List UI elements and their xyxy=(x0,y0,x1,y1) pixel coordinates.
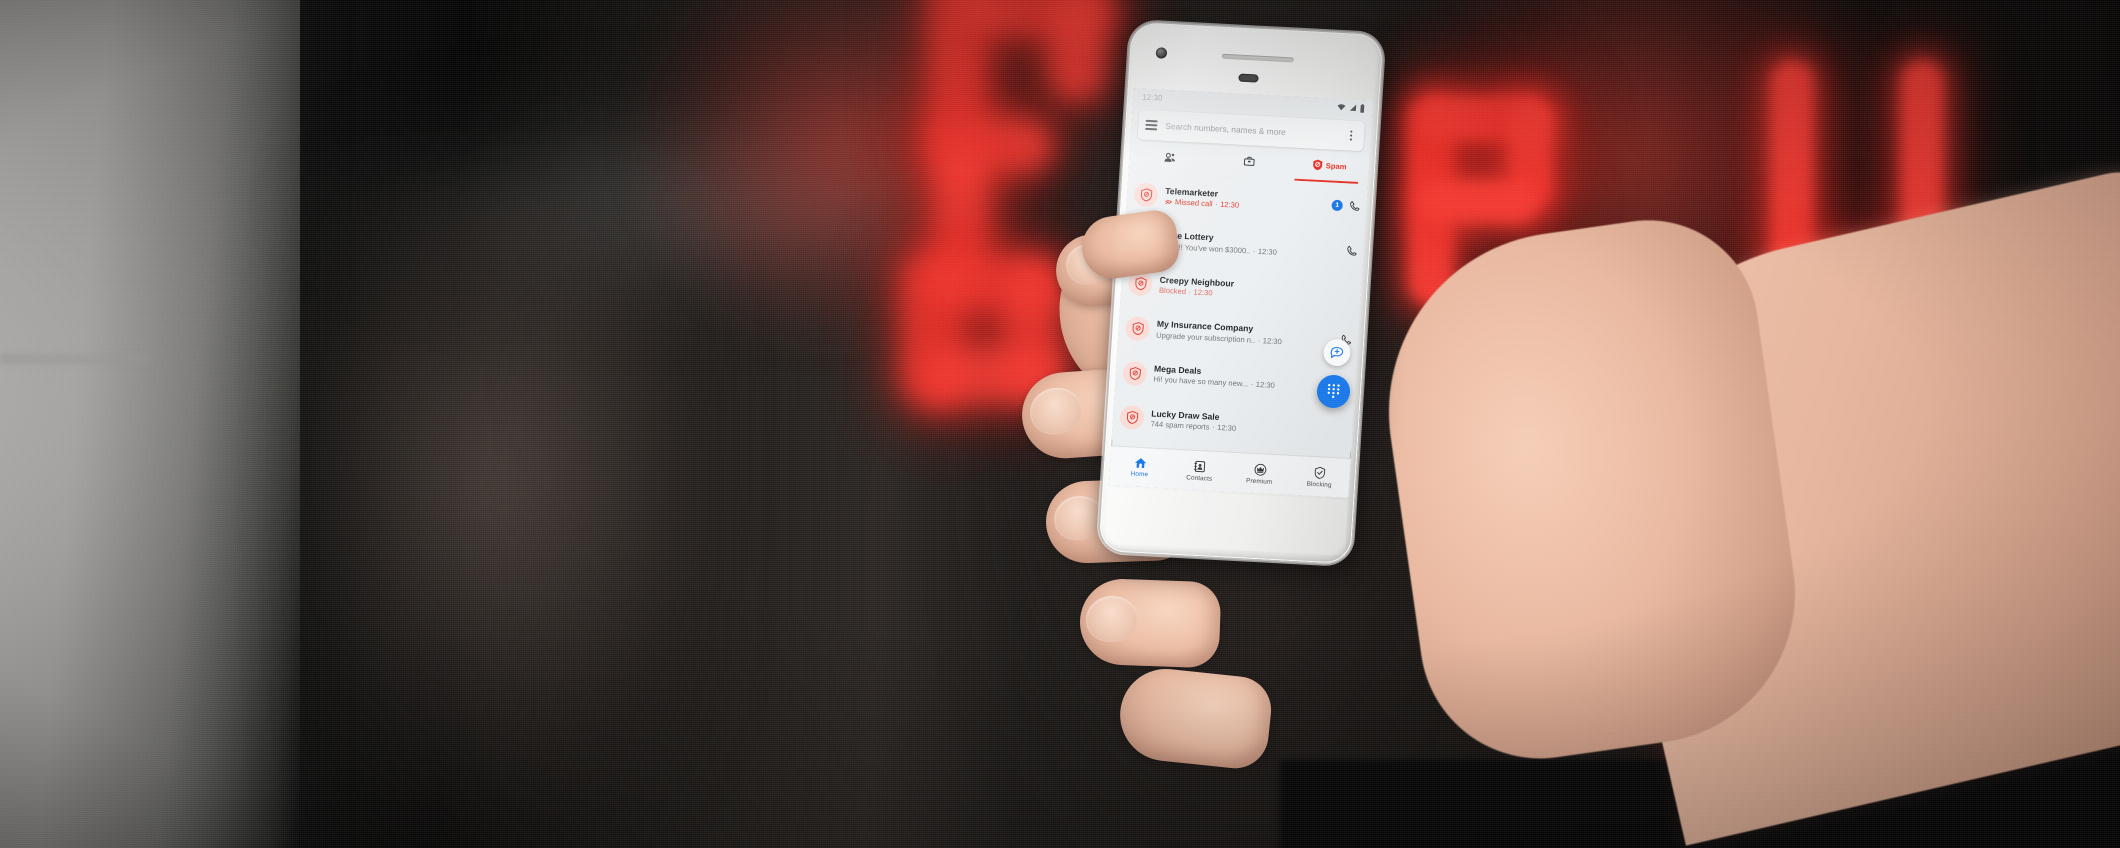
neon-stroke-3 xyxy=(1050,0,1102,100)
phone-icon[interactable] xyxy=(1348,200,1361,213)
row-time: 12:30 xyxy=(1257,246,1278,257)
spam-shield-icon xyxy=(1140,188,1152,202)
spam-shield-icon xyxy=(1126,411,1138,425)
row-time: 12:30 xyxy=(1219,199,1240,210)
spam-shield-icon xyxy=(1132,322,1144,336)
nav-item-blocking[interactable]: Blocking xyxy=(1288,456,1350,498)
wifi-icon xyxy=(1337,104,1346,111)
row-time: 12:30 xyxy=(1262,336,1283,347)
shield-check-icon xyxy=(1314,466,1326,479)
hamburger-menu-icon[interactable] xyxy=(1145,120,1158,131)
phone-icon[interactable] xyxy=(1346,244,1359,257)
missed-call-icon xyxy=(1165,199,1173,204)
status-clock: 12:30 xyxy=(1141,92,1163,103)
subtitle-sep: · xyxy=(1250,380,1254,390)
subtitle-sep: · xyxy=(1252,246,1256,256)
subtitle-sep: · xyxy=(1211,422,1215,432)
smartphone-device: 12:30 Search numbers, names & more Spam … xyxy=(1098,21,1384,565)
tab-calls[interactable] xyxy=(1128,142,1210,176)
row-text: Creepy Neighbour Blocked · 12:30 xyxy=(1159,274,1349,305)
spam-shield-icon xyxy=(1312,159,1323,171)
status-icons xyxy=(1337,102,1366,113)
row-actions xyxy=(1346,244,1359,257)
nav-label-blocking: Blocking xyxy=(1306,480,1332,489)
search-input[interactable]: Search numbers, names & more xyxy=(1165,121,1337,140)
briefcase-icon xyxy=(1243,156,1255,166)
avatar xyxy=(1119,405,1145,431)
subtitle-sep: · xyxy=(1188,287,1192,297)
tab-business[interactable] xyxy=(1208,146,1290,180)
background-brown-panel xyxy=(300,180,720,848)
chat-bubble-plus-icon xyxy=(1330,347,1344,359)
row-text: My Insurance Company Upgrade your subscr… xyxy=(1156,319,1334,350)
home-icon xyxy=(1134,458,1146,469)
nav-label-contacts: Contacts xyxy=(1186,473,1213,483)
avatar xyxy=(1133,182,1159,208)
subtitle-sep: · xyxy=(1214,199,1218,209)
avatar xyxy=(1124,316,1151,342)
nav-item-home[interactable]: Home xyxy=(1109,446,1171,488)
dialpad-icon xyxy=(1327,383,1340,399)
tab-spam-label: Spam xyxy=(1325,160,1347,171)
proximity-sensor xyxy=(1238,73,1259,83)
people-icon xyxy=(1163,152,1175,162)
wall-seam-line xyxy=(0,352,150,366)
row-text: Fake Lottery Wow!! You've won $3000.. · … xyxy=(1161,230,1339,261)
contacts-card-icon xyxy=(1194,460,1206,472)
status-badge: 1 xyxy=(1331,199,1344,211)
nav-item-contacts[interactable]: Contacts xyxy=(1169,450,1231,492)
nav-label-premium: Premium xyxy=(1245,477,1273,486)
row-text: Telemarketer Missed call · 12:30 xyxy=(1164,185,1325,215)
subtitle-text: Blocked xyxy=(1158,285,1187,297)
row-text: Lucky Draw Sale 744 spam reports · 12:30 xyxy=(1150,408,1340,439)
photo-scene: 12:30 Search numbers, names & more Spam … xyxy=(0,0,2120,848)
nav-item-premium[interactable]: Premium xyxy=(1229,453,1291,495)
spam-shield-icon xyxy=(1129,366,1141,380)
spam-shield-icon xyxy=(1134,277,1147,291)
crown-icon xyxy=(1254,463,1266,476)
neon-stroke-13 xyxy=(1418,180,1538,224)
row-text: Mega Deals Hi! you have so many new... ·… xyxy=(1153,363,1343,394)
row-time: 12:30 xyxy=(1216,422,1237,433)
avatar xyxy=(1122,360,1148,386)
signal-icon xyxy=(1349,104,1357,111)
nav-label-home: Home xyxy=(1130,470,1149,479)
row-time: 12:30 xyxy=(1193,287,1213,298)
subtitle-text: 744 spam reports xyxy=(1150,419,1210,432)
subtitle-sep: · xyxy=(1257,335,1261,345)
wall-light-band xyxy=(0,0,300,848)
subtitle-text: Missed call xyxy=(1174,197,1213,209)
row-time: 12:30 xyxy=(1255,380,1276,391)
row-actions: 1 xyxy=(1331,199,1361,212)
battery-icon xyxy=(1360,103,1365,113)
kebab-menu-icon[interactable] xyxy=(1345,130,1358,141)
phone-screen: 12:30 Search numbers, names & more Spam … xyxy=(1108,88,1374,498)
